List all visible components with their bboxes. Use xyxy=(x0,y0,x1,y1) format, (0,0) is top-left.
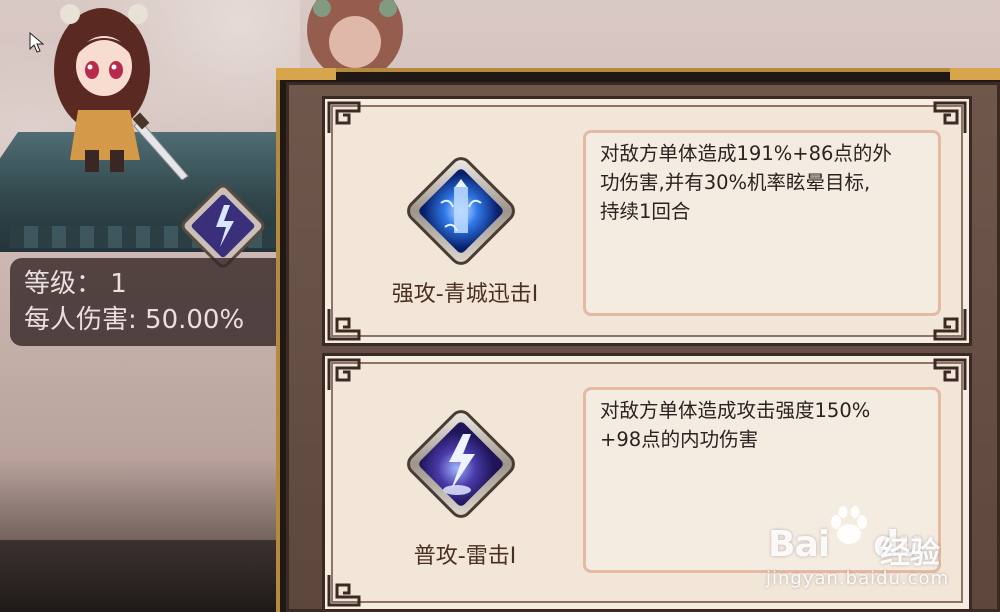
chibi-character-avatar[interactable] xyxy=(40,0,190,180)
blue-crystal-skill-icon[interactable] xyxy=(401,151,521,271)
frame-gold-trim xyxy=(950,68,1000,80)
damage-row: 每人伤害: 50.00% xyxy=(24,302,276,338)
mouse-cursor-icon xyxy=(29,32,45,53)
skill-name-thunder: 普攻-雷击I xyxy=(413,544,517,569)
character-stats-panel: 等级： 1 每人伤害: 50.00% xyxy=(10,258,290,346)
skill-description-line: 对敌方单体造成攻击强度150% xyxy=(600,399,871,422)
corner-fret-ornament xyxy=(327,575,361,607)
baidu-jingyan-watermark: Bai du 经验 jingyan.baidu.com xyxy=(760,500,990,600)
purple-lightning-skill-icon[interactable] xyxy=(401,404,521,524)
baidu-paw-icon xyxy=(831,506,867,544)
corner-fret-ornament xyxy=(327,358,361,390)
scene-floor xyxy=(0,540,290,612)
second-character-avatar[interactable] xyxy=(300,0,410,70)
skill-description-line: +98点的内功伤害 xyxy=(600,428,759,451)
watermark-brand: 经验 xyxy=(880,536,940,571)
corner-fret-ornament xyxy=(933,101,967,133)
corner-fret-ornament xyxy=(327,309,361,341)
damage-value: 50.00% xyxy=(145,305,245,335)
watermark-url: jingyan.baidu.com xyxy=(766,568,950,589)
frame-gold-trim-left xyxy=(276,68,336,80)
background-skill-icon[interactable] xyxy=(180,183,266,269)
skill-description-line: 对敌方单体造成191%+86点的外 xyxy=(600,142,892,165)
watermark-logo-bai: Bai xyxy=(768,524,830,565)
skill-description-box: 对敌方单体造成191%+86点的外 功伤害,并有30%机率眩晕目标, 持续1回合 xyxy=(583,130,941,316)
damage-label: 每人伤害: xyxy=(24,305,137,335)
level-value: 1 xyxy=(110,269,127,299)
skill-description-line: 持续1回合 xyxy=(600,200,691,223)
level-row: 等级： 1 xyxy=(24,266,276,302)
skill-name-qingcheng: 强攻-青城迅击I xyxy=(391,282,539,307)
corner-fret-ornament xyxy=(933,358,967,390)
corner-fret-ornament xyxy=(327,101,361,133)
skill-card-qingcheng[interactable]: 强攻-青城迅击I 对敌方单体造成191%+86点的外 功伤害,并有30%机率眩晕… xyxy=(322,96,972,346)
skill-description-line: 功伤害,并有30%机率眩晕目标, xyxy=(600,171,871,194)
level-label: 等级： xyxy=(24,269,103,299)
